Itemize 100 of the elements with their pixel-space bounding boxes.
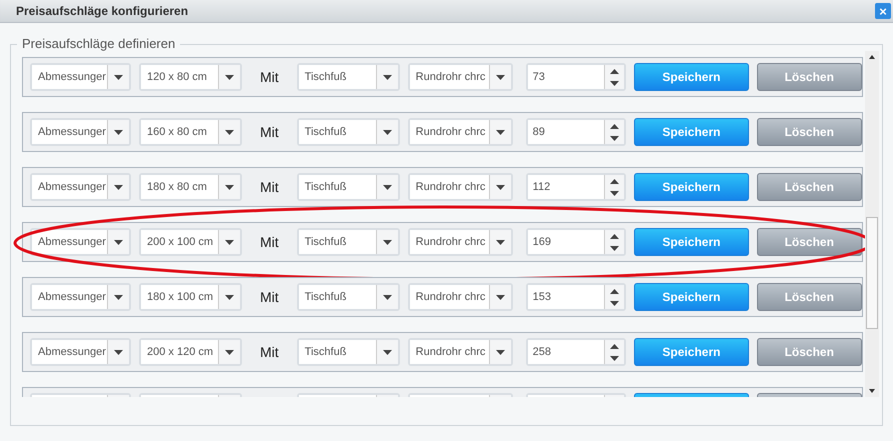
dropdown-value: Abmessunger	[38, 234, 106, 250]
price-field[interactable]: 169	[526, 228, 626, 256]
window-title: Preisaufschläge konfigurieren	[16, 3, 188, 20]
caret-icon	[114, 130, 123, 134]
dropdown[interactable]: Abmessunger	[30, 118, 131, 146]
dropdown-value: 200 x 120 cm	[147, 344, 214, 360]
caret-icon	[114, 294, 123, 300]
dropdown[interactable]: Tischfuß	[296, 173, 400, 201]
spin-up-icon[interactable]	[610, 234, 620, 238]
dropdown-value: Abmessunger	[38, 70, 106, 85]
caret-icon	[225, 350, 234, 354]
caret-icon	[382, 294, 392, 300]
caret-icon	[225, 130, 234, 134]
caret-icon	[114, 74, 123, 80]
spin-down-icon[interactable]	[610, 136, 620, 140]
dropdown[interactable]: 200 x 100 cm	[139, 228, 242, 256]
dropdown-value: Abmessunger	[38, 290, 106, 305]
caret-icon	[225, 74, 234, 80]
caret-icon	[496, 184, 505, 190]
spin-down-icon[interactable]	[610, 190, 620, 196]
dropdown[interactable]: Tischfuß	[296, 338, 400, 366]
dropdown-value: 180 x 80 cm	[147, 180, 207, 195]
dropdown-value: Abmessunger	[38, 344, 106, 360]
dropdown[interactable]: 200 x 120 cm	[139, 338, 242, 366]
dropdown[interactable]: Abmessunger	[30, 228, 131, 256]
caret-icon	[225, 240, 234, 244]
spin-up-icon[interactable]	[610, 178, 620, 184]
price-field[interactable]: 73	[526, 63, 626, 91]
dropdown-value: Rundrohr chrc	[416, 344, 486, 360]
caret-icon	[496, 350, 505, 354]
caret-icon	[382, 74, 392, 80]
dropdown-value: Tischfuß	[304, 344, 346, 360]
connector-label: Mit	[260, 288, 279, 306]
connector-label: Mit	[260, 178, 279, 196]
spin-up-icon[interactable]	[610, 68, 620, 74]
close-button[interactable]: ×	[875, 3, 891, 19]
dropdown[interactable]: Tischfuß	[296, 118, 400, 146]
dropdown[interactable]: Rundrohr chrc	[408, 173, 513, 201]
dropdown-value: Rundrohr chrc	[416, 70, 486, 85]
dropdown[interactable]: Abmessunger	[30, 63, 131, 91]
dropdown-value: 200 x 100 cm	[147, 234, 214, 250]
scrollbar[interactable]	[865, 51, 879, 397]
dropdown[interactable]: 160 x 80 cm	[139, 118, 242, 146]
dropdown[interactable]: Tischfuß	[296, 63, 400, 91]
dropdown[interactable]: Rundrohr chrc	[408, 118, 513, 146]
spin-up-icon[interactable]	[610, 288, 620, 294]
dropdown[interactable]: Abmessunger	[30, 338, 131, 366]
dropdown[interactable]: Abmessunger	[30, 283, 131, 311]
dropdown-value: 180 x 100 cm	[147, 290, 214, 305]
scroll-down-icon[interactable]	[869, 389, 875, 393]
price-field[interactable]: 89	[526, 118, 626, 146]
dropdown[interactable]: Rundrohr chrc	[408, 228, 513, 256]
dropdown-value: 160 x 80 cm	[147, 124, 207, 140]
spin-up-icon[interactable]	[610, 344, 620, 348]
dropdown[interactable]: 180 x 100 cm	[139, 283, 242, 311]
dropdown[interactable]: Rundrohr chrc	[408, 283, 513, 311]
dropdown-value: Abmessunger	[38, 180, 106, 195]
dropdown[interactable]: Tischfuß	[296, 228, 400, 256]
connector-label: Mit	[260, 342, 279, 362]
connector-label: Mit	[260, 232, 279, 252]
dropdown-value: 120 x 80 cm	[147, 70, 207, 85]
dropdown[interactable]: Rundrohr chrc	[408, 63, 513, 91]
spin-down-icon[interactable]	[610, 80, 620, 86]
caret-icon	[496, 74, 505, 80]
dropdown-value: Rundrohr chrc	[416, 180, 486, 195]
spin-up-icon[interactable]	[610, 124, 620, 128]
dropdown-value: Tischfuß	[304, 70, 346, 85]
caret-icon	[496, 130, 505, 134]
caret-icon	[382, 350, 392, 354]
dropdown-value: Rundrohr chrc	[416, 124, 486, 140]
caret-icon	[225, 294, 234, 300]
dropdown[interactable]: 180 x 80 cm	[139, 173, 242, 201]
dropdown[interactable]: Tischfuß	[296, 283, 400, 311]
caret-icon	[114, 184, 123, 190]
dropdown-value: Tischfuß	[304, 290, 346, 305]
dropdown[interactable]: Rundrohr chrc	[408, 338, 513, 366]
caret-icon	[382, 184, 392, 190]
spin-down-icon[interactable]	[610, 300, 620, 306]
caret-icon	[496, 240, 505, 244]
caret-icon	[225, 184, 234, 190]
price-field[interactable]: 258	[526, 338, 626, 366]
price-field[interactable]: 112	[526, 173, 626, 201]
caret-icon	[114, 240, 123, 244]
dropdown-value: Tischfuß	[304, 124, 346, 140]
caret-icon	[114, 350, 123, 354]
dropdown-value: Rundrohr chrc	[416, 234, 486, 250]
dropdown-value: Tischfuß	[304, 234, 346, 250]
spin-down-icon[interactable]	[610, 356, 620, 360]
scroll-up-icon[interactable]	[869, 55, 875, 59]
dropdown[interactable]: 120 x 80 cm	[139, 63, 242, 91]
price-field[interactable]: 153	[526, 283, 626, 311]
spin-down-icon[interactable]	[610, 246, 620, 250]
dropdown-value: Rundrohr chrc	[416, 290, 486, 305]
dropdown-value: Abmessunger	[38, 124, 106, 140]
dropdown[interactable]: Abmessunger	[30, 173, 131, 201]
connector-label: Mit	[260, 68, 279, 86]
caret-icon	[382, 130, 392, 134]
caret-icon	[382, 240, 392, 244]
dropdown-value: Tischfuß	[304, 180, 346, 195]
connector-label: Mit	[260, 122, 279, 142]
